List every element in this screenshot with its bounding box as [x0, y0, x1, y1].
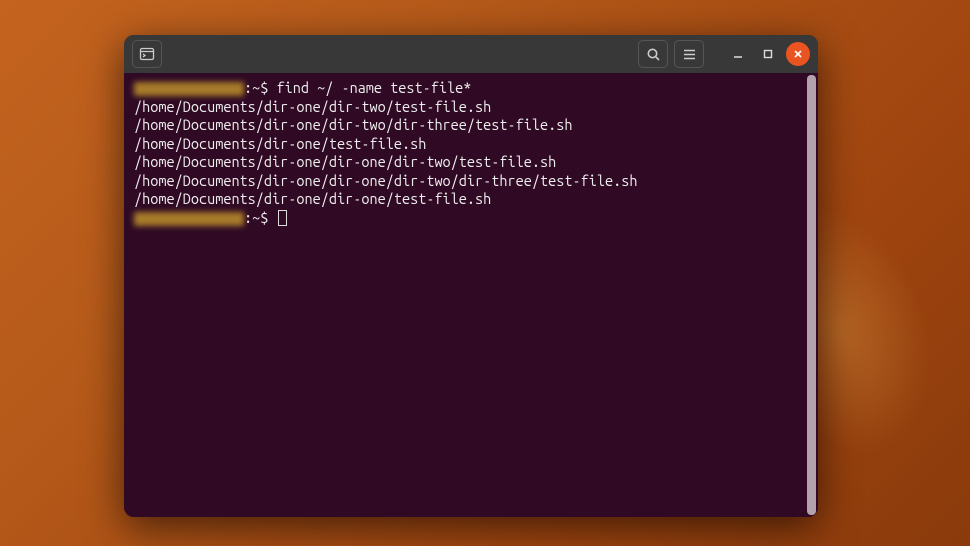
terminal-window: :~$ find ~/ -name test-file* /home/Docum…: [124, 35, 818, 517]
new-tab-button[interactable]: [132, 40, 162, 68]
menu-button[interactable]: [674, 40, 704, 68]
output-line: /home/Documents/dir-one/dir-two/dir-thre…: [134, 116, 808, 135]
search-button[interactable]: [638, 40, 668, 68]
prompt-symbol: :~$: [244, 209, 276, 226]
search-icon: [646, 47, 661, 62]
minimize-icon: [732, 48, 744, 60]
window-titlebar[interactable]: [124, 35, 818, 73]
maximize-button[interactable]: [756, 42, 780, 66]
minimize-button[interactable]: [726, 42, 750, 66]
output-line: /home/Documents/dir-one/dir-one/dir-two/…: [134, 172, 808, 191]
output-line: /home/Documents/dir-one/dir-two/test-fil…: [134, 98, 808, 117]
prompt-line: :~$: [134, 209, 808, 228]
user-host-redacted: [134, 82, 244, 96]
output-line: /home/Documents/dir-one/dir-one/test-fil…: [134, 190, 808, 209]
command-text: find ~/ -name test-file*: [276, 79, 471, 96]
close-button[interactable]: [786, 42, 810, 66]
maximize-icon: [762, 48, 774, 60]
scrollbar[interactable]: [807, 75, 816, 515]
terminal-body[interactable]: :~$ find ~/ -name test-file* /home/Docum…: [124, 73, 818, 517]
prompt-line: :~$ find ~/ -name test-file*: [134, 79, 808, 98]
hamburger-icon: [682, 47, 697, 62]
prompt-symbol: :~$: [244, 79, 276, 96]
new-terminal-icon: [139, 46, 155, 62]
terminal-cursor: [278, 210, 287, 226]
user-host-redacted: [134, 212, 244, 226]
output-line: /home/Documents/dir-one/dir-one/dir-two/…: [134, 153, 808, 172]
close-icon: [792, 48, 804, 60]
output-line: /home/Documents/dir-one/test-file.sh: [134, 135, 808, 154]
